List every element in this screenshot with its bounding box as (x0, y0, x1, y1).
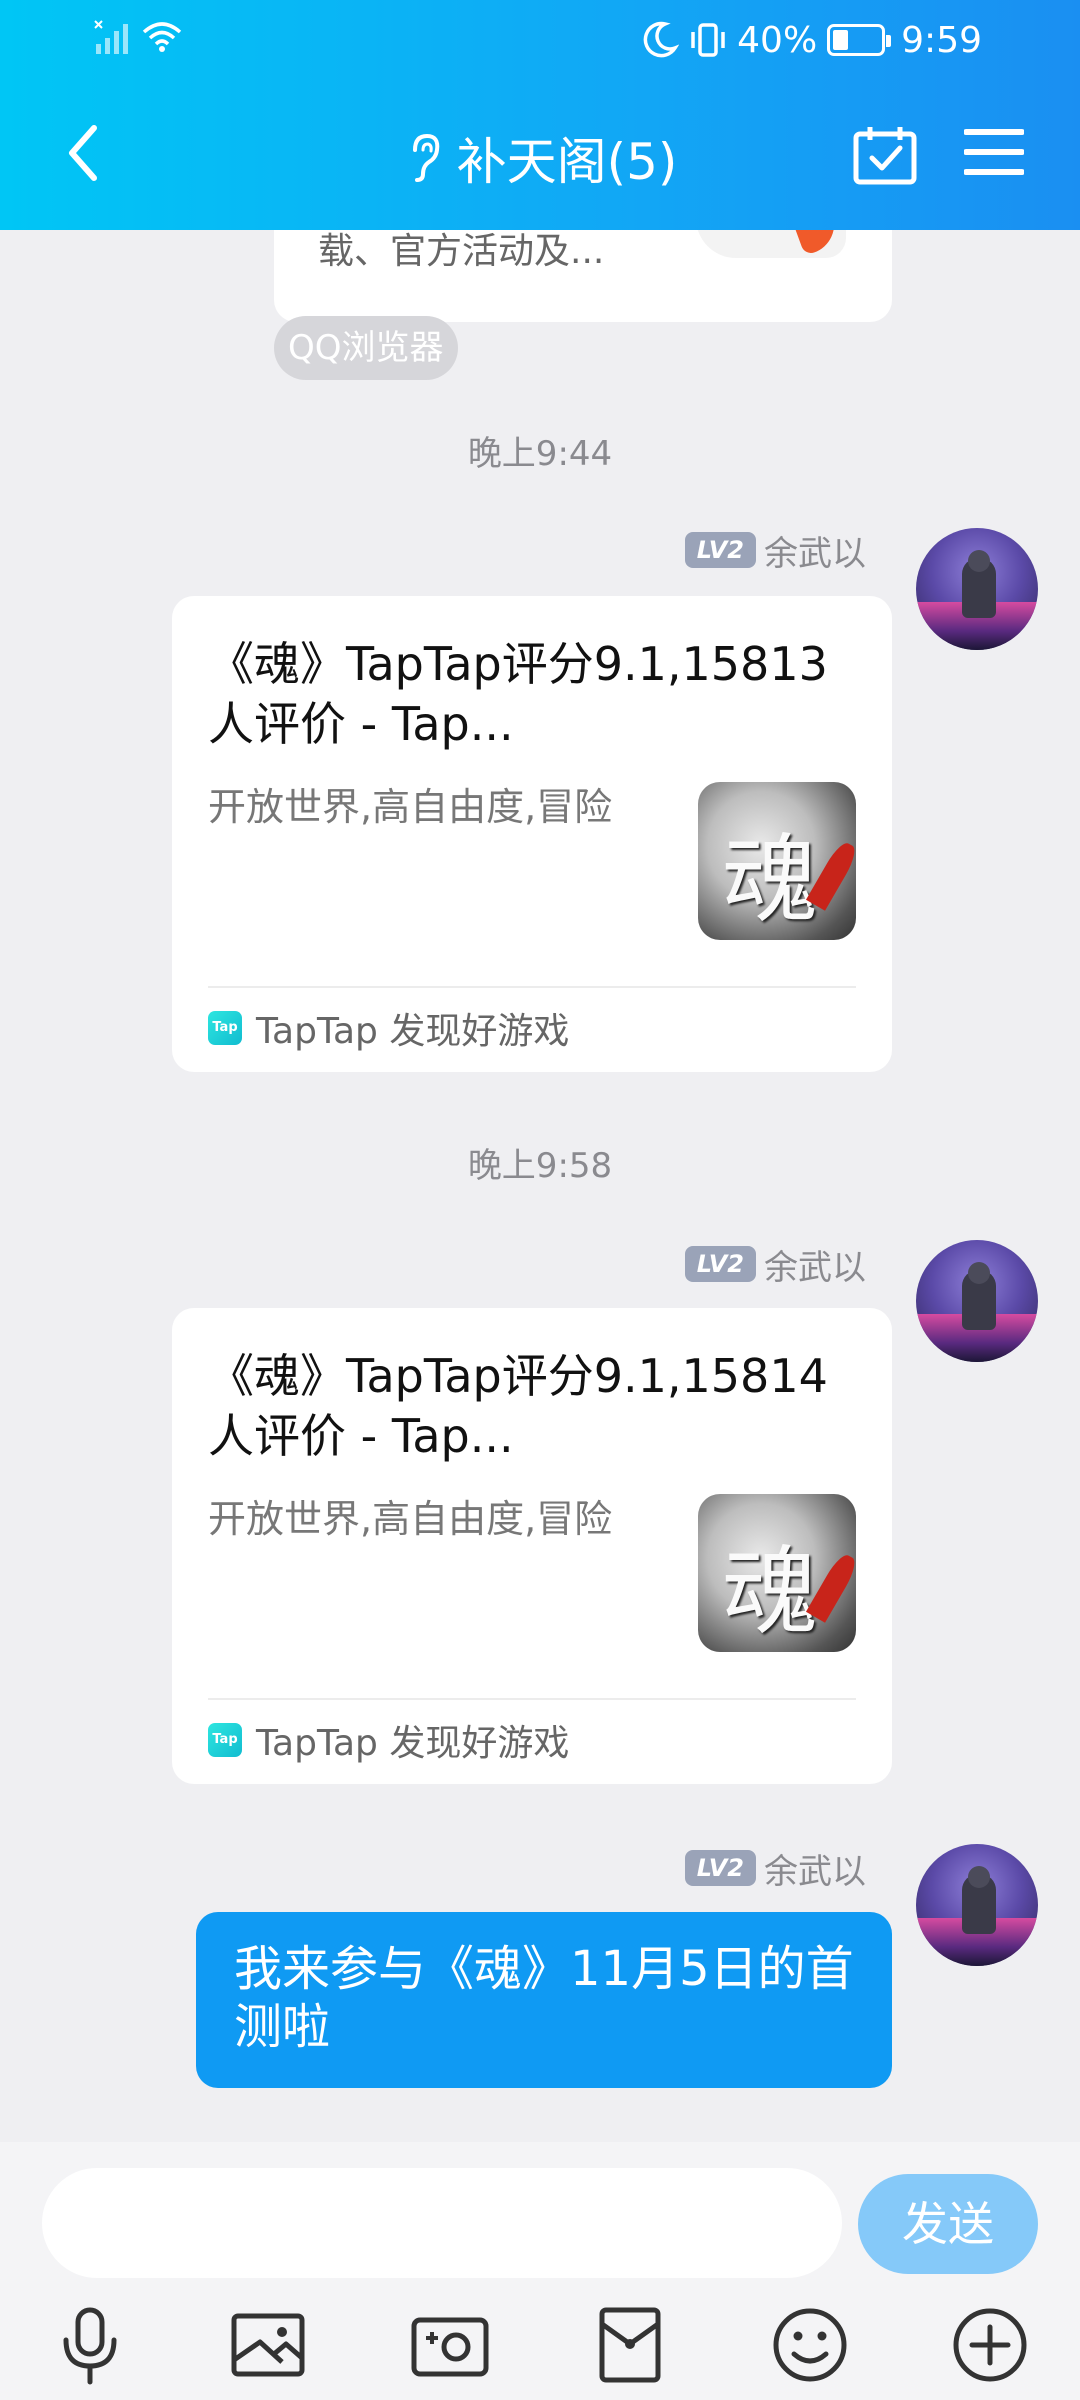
emoji-icon[interactable] (768, 2302, 852, 2388)
card-source-label: TapTap 发现好游戏 (256, 1011, 570, 1052)
card-description: 开放世界,高自由度,冒险 (208, 1497, 613, 1541)
sender-name: 余武以 (764, 1851, 866, 1892)
plus-icon[interactable] (948, 2302, 1032, 2388)
previous-card-snippet: 载、官方活动及... (318, 231, 605, 272)
card-title: 《魂》TapTap评分9.1,15814 人评价 - Tap... (208, 1349, 828, 1463)
top-header: 40% 9:59 补天阁(5) (0, 0, 1080, 230)
card-source: Tap TapTap 发现好游戏 (208, 1710, 569, 1770)
message-input[interactable] (42, 2168, 842, 2278)
battery-icon (827, 24, 892, 56)
previous-card-thumbnail (696, 230, 846, 258)
level-badge: LV2 (684, 532, 756, 568)
sender-meta: LV2 余武以 (684, 1846, 866, 1892)
taptap-icon: Tap (208, 1011, 242, 1045)
game-thumbnail: 魂 (698, 782, 856, 940)
taptap-link-card[interactable]: 《魂》TapTap评分9.1,15814 人评价 - Tap... 开放世界,高… (172, 1308, 892, 1784)
taptap-link-card[interactable]: 《魂》TapTap评分9.1,15813 人评价 - Tap... 开放世界,高… (172, 596, 892, 1072)
toolbar (0, 2302, 1080, 2388)
level-badge: LV2 (684, 1246, 756, 1282)
vibrate-icon (691, 23, 725, 57)
card-source: Tap TapTap 发现好游戏 (208, 998, 569, 1058)
card-divider (208, 1698, 856, 1700)
card-divider (208, 986, 856, 988)
signal-icon (94, 20, 128, 54)
camera-icon[interactable] (408, 2302, 492, 2388)
avatar[interactable] (916, 1844, 1038, 1966)
wifi-icon (142, 22, 182, 52)
avatar[interactable] (916, 1240, 1038, 1362)
sender-meta: LV2 余武以 (684, 528, 866, 574)
calendar-check-icon[interactable] (852, 124, 918, 186)
ear-icon (412, 133, 439, 182)
level-badge: LV2 (684, 1850, 756, 1886)
status-right-group: 40% 9:59 (641, 14, 982, 66)
card-description: 开放世界,高自由度,冒险 (208, 785, 613, 829)
microphone-icon[interactable] (48, 2302, 132, 2388)
battery-percent: 40% (737, 19, 818, 61)
sender-name: 余武以 (764, 1247, 866, 1288)
send-button[interactable]: 发送 (858, 2174, 1038, 2274)
chat-message-list[interactable]: 载、官方活动及... QQ浏览器 晚上9:44 LV2 余武以 《魂》TapTa… (0, 230, 1080, 2142)
moon-icon (643, 21, 680, 58)
clock: 9:59 (901, 19, 982, 61)
image-icon[interactable] (226, 2302, 310, 2388)
sender-name: 余武以 (764, 533, 866, 574)
game-thumbnail: 魂 (698, 1494, 856, 1652)
red-packet-icon[interactable] (588, 2302, 672, 2388)
status-bar: 40% 9:59 (0, 0, 1080, 80)
card-source-label: TapTap 发现好游戏 (256, 1723, 570, 1764)
timestamp: 晚上9:44 (467, 434, 613, 474)
menu-icon[interactable] (964, 126, 1024, 178)
text-message-bubble[interactable]: 我来参与《魂》11月5日的首测啦 (196, 1912, 892, 2088)
previous-link-card[interactable]: 载、官方活动及... (274, 230, 892, 322)
chat-title-area[interactable]: 补天阁(5) (0, 122, 1080, 194)
timestamp: 晚上9:58 (467, 1146, 613, 1186)
taptap-icon: Tap (208, 1723, 242, 1757)
input-bar: 发送 (0, 2142, 1080, 2400)
chat-title: 补天阁(5) (456, 133, 678, 191)
card-title: 《魂》TapTap评分9.1,15813 人评价 - Tap... (208, 637, 828, 751)
sender-meta: LV2 余武以 (684, 1242, 866, 1288)
browser-source-tag[interactable]: QQ浏览器 (274, 316, 458, 380)
avatar[interactable] (916, 528, 1038, 650)
